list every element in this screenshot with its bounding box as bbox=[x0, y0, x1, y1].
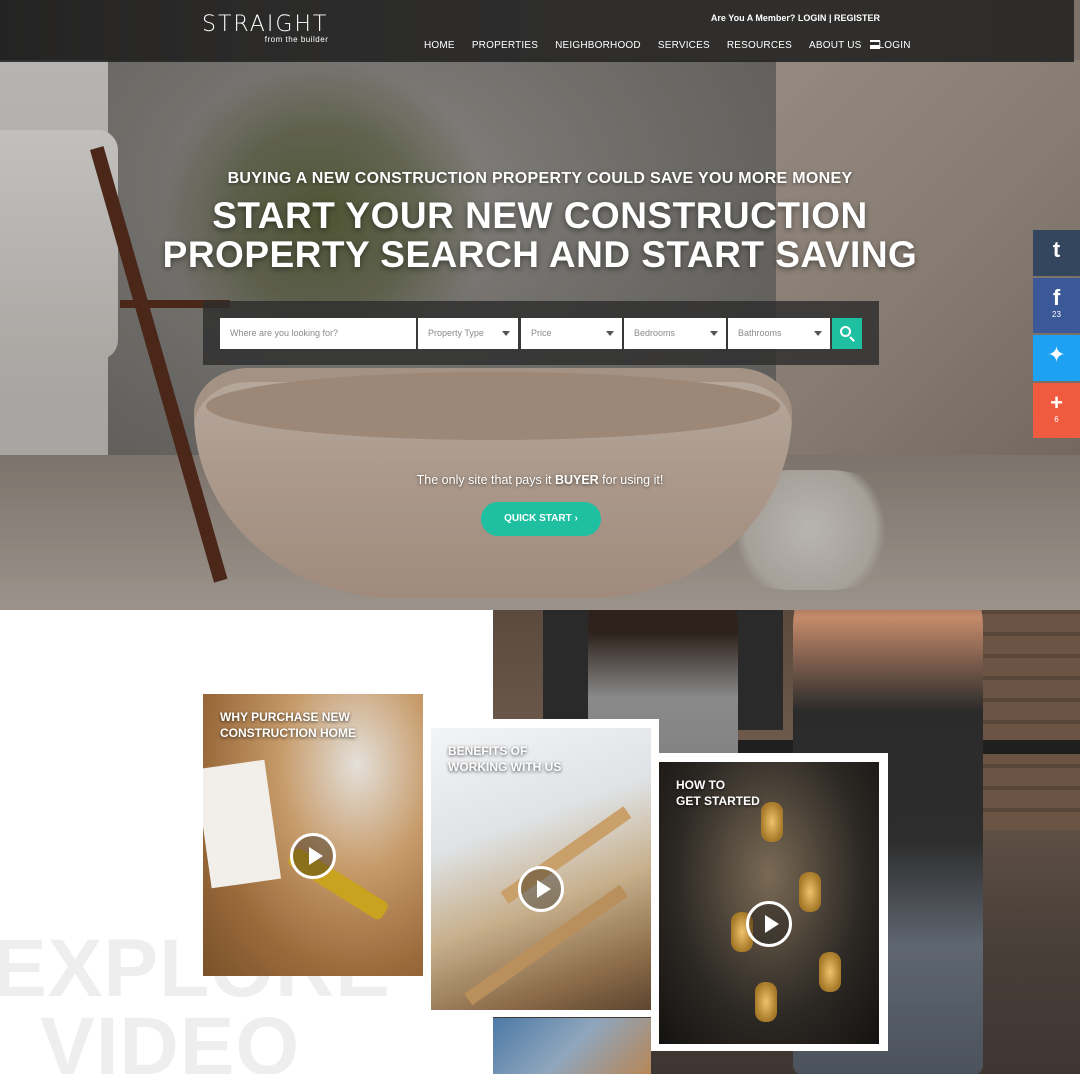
facebook-share-button[interactable]: f 23 bbox=[1033, 278, 1080, 333]
hero-subtitle: BUYING A NEW CONSTRUCTION PROPERTY COULD… bbox=[227, 170, 853, 187]
video-title: BENEFITS OF WORKING WITH US bbox=[448, 743, 561, 775]
pendant-bulb bbox=[755, 982, 777, 1022]
member-separator: | bbox=[828, 13, 832, 23]
tumblr-share-button[interactable]: t bbox=[1033, 230, 1080, 276]
twitter-share-button[interactable]: ✦ bbox=[1033, 335, 1080, 381]
next-section-photo bbox=[493, 1018, 651, 1074]
hero-title-line1: START YOUR NEW CONSTRUCTION bbox=[212, 195, 868, 236]
nav-properties[interactable]: PROPERTIES bbox=[472, 40, 538, 51]
tile-stack bbox=[203, 759, 282, 889]
play-icon[interactable] bbox=[290, 833, 336, 879]
share-more-count: 6 bbox=[1054, 415, 1059, 424]
share-more-button[interactable]: + 6 bbox=[1033, 383, 1080, 438]
logo-word: STRAIGHT bbox=[202, 12, 329, 37]
promo-text: The only site that pays it BUYER for usi… bbox=[0, 473, 1080, 487]
hero-title-line2: PROPERTY SEARCH AND START SAVING bbox=[162, 234, 918, 275]
video-title-line1: HOW TO bbox=[676, 778, 726, 792]
price-label: Price bbox=[531, 328, 552, 338]
pendant-bulb bbox=[761, 802, 783, 842]
video-title-line1: BENEFITS OF bbox=[448, 744, 528, 758]
video-card-why-purchase[interactable]: WHY PURCHASE NEW CONSTRUCTION HOME bbox=[203, 694, 423, 976]
promo-bold: BUYER bbox=[554, 473, 599, 487]
tumblr-icon: t bbox=[1052, 237, 1061, 262]
register-link[interactable]: REGISTER bbox=[834, 13, 880, 23]
search-button[interactable] bbox=[832, 318, 862, 349]
caret-down-icon bbox=[606, 331, 614, 336]
nav-neighborhood[interactable]: NEIGHBORHOOD bbox=[555, 40, 641, 51]
property-search-bar: Where are you looking for? Property Type… bbox=[203, 301, 879, 365]
video-title: HOW TO GET STARTED bbox=[676, 777, 760, 809]
facebook-share-count: 23 bbox=[1052, 310, 1061, 319]
bedrooms-select[interactable]: Bedrooms bbox=[624, 318, 726, 349]
play-icon[interactable] bbox=[746, 901, 792, 947]
video-title-line2: CONSTRUCTION HOME bbox=[220, 726, 356, 740]
search-icon-handle bbox=[849, 336, 855, 342]
explore-line2: VIDEO bbox=[40, 1001, 301, 1074]
site-header: STRAIGHT from the builder Are You A Memb… bbox=[0, 0, 1074, 62]
video-title-line2: GET STARTED bbox=[676, 794, 760, 808]
price-select[interactable]: Price bbox=[521, 318, 622, 349]
video-title-line2: WORKING WITH US bbox=[448, 760, 562, 774]
play-icon[interactable] bbox=[518, 866, 564, 912]
bedrooms-label: Bedrooms bbox=[634, 328, 676, 338]
member-prompt: Are You A Member? bbox=[710, 13, 796, 23]
twitter-icon: ✦ bbox=[1047, 342, 1066, 367]
video-card-how-to-start[interactable]: HOW TO GET STARTED bbox=[659, 762, 879, 1044]
main-nav: HOME PROPERTIES NEIGHBORHOOD SERVICES RE… bbox=[424, 40, 928, 51]
video-title: WHY PURCHASE NEW CONSTRUCTION HOME bbox=[220, 709, 356, 741]
facebook-icon: f bbox=[1052, 285, 1061, 310]
site-logo[interactable]: STRAIGHT from the builder bbox=[202, 12, 328, 44]
nav-login[interactable]: LOGIN bbox=[879, 40, 911, 51]
member-login-link[interactable]: LOGIN bbox=[798, 13, 827, 23]
nav-services[interactable]: SERVICES bbox=[658, 40, 710, 51]
caret-down-icon bbox=[710, 331, 718, 336]
nav-home[interactable]: HOME bbox=[424, 40, 455, 51]
pendant-bulb bbox=[799, 872, 821, 912]
caret-down-icon bbox=[502, 331, 510, 336]
video-card-benefits[interactable]: BENEFITS OF WORKING WITH US bbox=[431, 728, 651, 1010]
promo-pre: The only site that pays it bbox=[416, 473, 555, 487]
video-title-line1: WHY PURCHASE NEW bbox=[220, 710, 350, 724]
plus-icon: + bbox=[1050, 390, 1063, 415]
bathrooms-select[interactable]: Bathrooms bbox=[728, 318, 830, 349]
property-type-label: Property Type bbox=[428, 328, 484, 338]
hero-title: START YOUR NEW CONSTRUCTION PROPERTY SEA… bbox=[0, 196, 1080, 274]
nav-resources[interactable]: RESOURCES bbox=[727, 40, 792, 51]
bathrooms-label: Bathrooms bbox=[738, 328, 782, 338]
search-icon bbox=[840, 326, 851, 337]
pendant-bulb bbox=[819, 952, 841, 992]
member-bar: Are You A Member? LOGIN | REGISTER bbox=[711, 13, 880, 23]
quick-start-button[interactable]: QUICK START › bbox=[481, 502, 601, 536]
promo-post: for using it! bbox=[598, 473, 664, 487]
location-input[interactable]: Where are you looking for? bbox=[220, 318, 416, 349]
social-share-bar: t f 23 ✦ + 6 bbox=[1033, 230, 1080, 440]
caret-down-icon bbox=[814, 331, 822, 336]
property-type-select[interactable]: Property Type bbox=[418, 318, 518, 349]
nav-about-us[interactable]: ABOUT US bbox=[809, 40, 862, 51]
hamburger-menu-icon[interactable] bbox=[870, 40, 880, 49]
